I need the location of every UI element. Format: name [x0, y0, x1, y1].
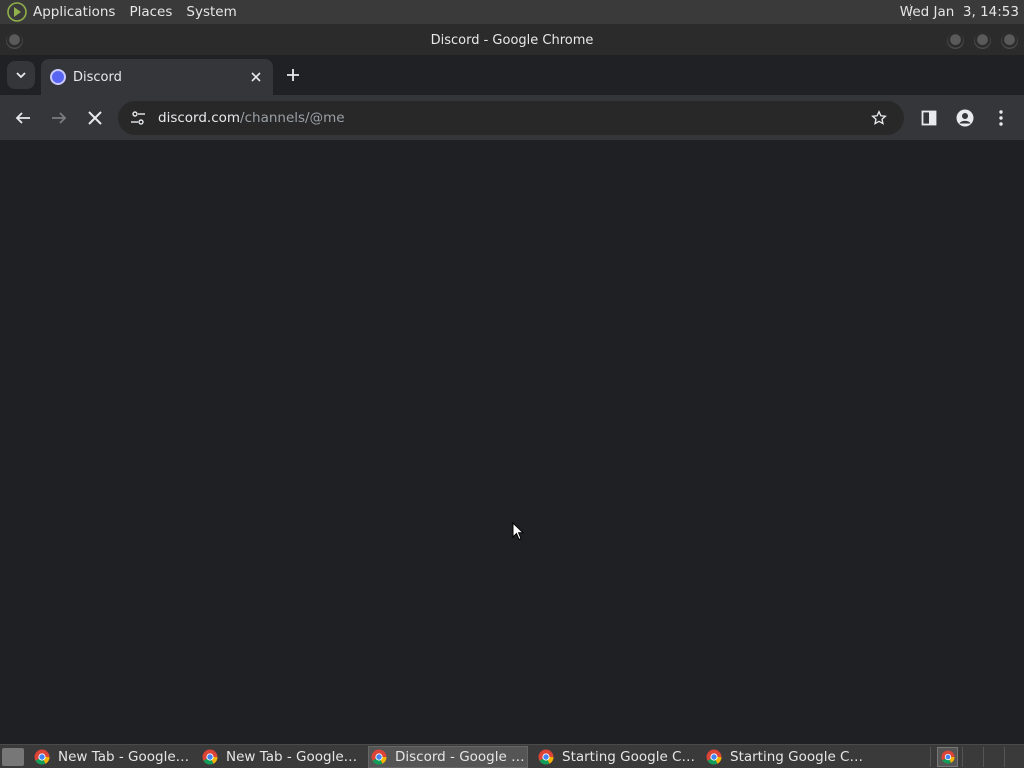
close-icon: [88, 111, 102, 125]
browser-toolbar: discord.com/channels/@me: [0, 95, 1024, 141]
taskbar-item[interactable]: Starting Google Chr...: [704, 746, 864, 768]
taskbar-separator: [1004, 747, 1005, 767]
window-titlebar[interactable]: Discord - Google Chrome: [0, 25, 1024, 55]
discord-favicon-icon: [50, 69, 66, 85]
chevron-down-icon: [16, 72, 26, 79]
url-path: /channels/@me: [240, 110, 345, 126]
tab-discord[interactable]: Discord: [41, 59, 273, 95]
workspace-switcher[interactable]: [937, 747, 958, 767]
address-bar[interactable]: discord.com/channels/@me: [118, 101, 904, 135]
page-content[interactable]: [0, 141, 1024, 744]
side-panel-icon: [921, 110, 937, 126]
mouse-cursor-icon: [512, 522, 524, 541]
forward-button[interactable]: [49, 108, 69, 128]
maximize-button[interactable]: [974, 32, 991, 49]
taskbar-item-label: New Tab - Google ...: [58, 748, 192, 765]
chrome-icon: [371, 749, 387, 764]
tab-close-button[interactable]: [248, 69, 264, 85]
menu-places[interactable]: Places: [129, 4, 172, 20]
taskbar-item-label: New Tab - Google ...: [226, 748, 360, 765]
window-title: Discord - Google Chrome: [430, 32, 594, 48]
arrow-right-icon: [52, 112, 67, 124]
menu-applications[interactable]: Applications: [33, 4, 115, 20]
taskbar-item-label: Starting Google Chr...: [562, 748, 696, 765]
tab-search-button[interactable]: [7, 61, 35, 89]
profile-button[interactable]: [955, 108, 975, 128]
minimize-button[interactable]: [947, 32, 964, 49]
plus-icon: [287, 69, 299, 81]
close-icon: [251, 72, 261, 82]
top-panel: Applications Places System Wed Jan 3, 14…: [0, 0, 1024, 25]
chrome-icon: [34, 749, 50, 764]
person-icon: [956, 109, 974, 127]
tune-icon: [131, 111, 145, 125]
close-window-button[interactable]: [1001, 32, 1018, 49]
url-host: discord.com: [158, 110, 241, 126]
taskbar-item-label: Starting Google Chr...: [730, 748, 864, 765]
clock[interactable]: Wed Jan 3, 14:53: [900, 4, 1019, 20]
taskbar-item-label: Discord - Google C...: [395, 748, 527, 765]
tab-title: Discord: [73, 69, 122, 85]
taskbar-item-active[interactable]: Discord - Google C...: [368, 745, 528, 768]
star-icon: [871, 110, 887, 125]
url-text[interactable]: discord.com/channels/@me: [158, 110, 345, 126]
taskbar-separator: [983, 747, 984, 767]
back-button[interactable]: [13, 108, 33, 128]
show-desktop-button[interactable]: [2, 747, 24, 766]
chrome-icon: [538, 749, 554, 764]
bookmark-button[interactable]: [870, 109, 888, 127]
taskbar: New Tab - Google ... New Tab - Google ..…: [0, 744, 1024, 768]
distro-logo-icon[interactable]: [7, 2, 27, 22]
taskbar-item[interactable]: Starting Google Chr...: [536, 746, 696, 768]
stop-loading-button[interactable]: [85, 108, 105, 128]
taskbar-separator: [962, 747, 963, 767]
taskbar-item[interactable]: New Tab - Google ...: [200, 746, 360, 768]
window-menu-button[interactable]: [6, 32, 23, 49]
menu-system[interactable]: System: [186, 4, 236, 20]
new-tab-button[interactable]: [283, 65, 303, 85]
taskbar-item[interactable]: New Tab - Google ...: [32, 746, 192, 768]
chrome-icon: [202, 749, 218, 764]
arrow-left-icon: [15, 112, 30, 124]
side-panel-button[interactable]: [919, 108, 939, 128]
kebab-menu-icon: [999, 110, 1003, 126]
taskbar-separator: [930, 747, 931, 767]
chrome-icon: [940, 750, 955, 764]
chrome-icon: [706, 749, 722, 764]
chrome-menu-button[interactable]: [991, 108, 1011, 128]
site-info-button[interactable]: [129, 109, 147, 127]
tab-strip: Discord: [0, 55, 1024, 95]
